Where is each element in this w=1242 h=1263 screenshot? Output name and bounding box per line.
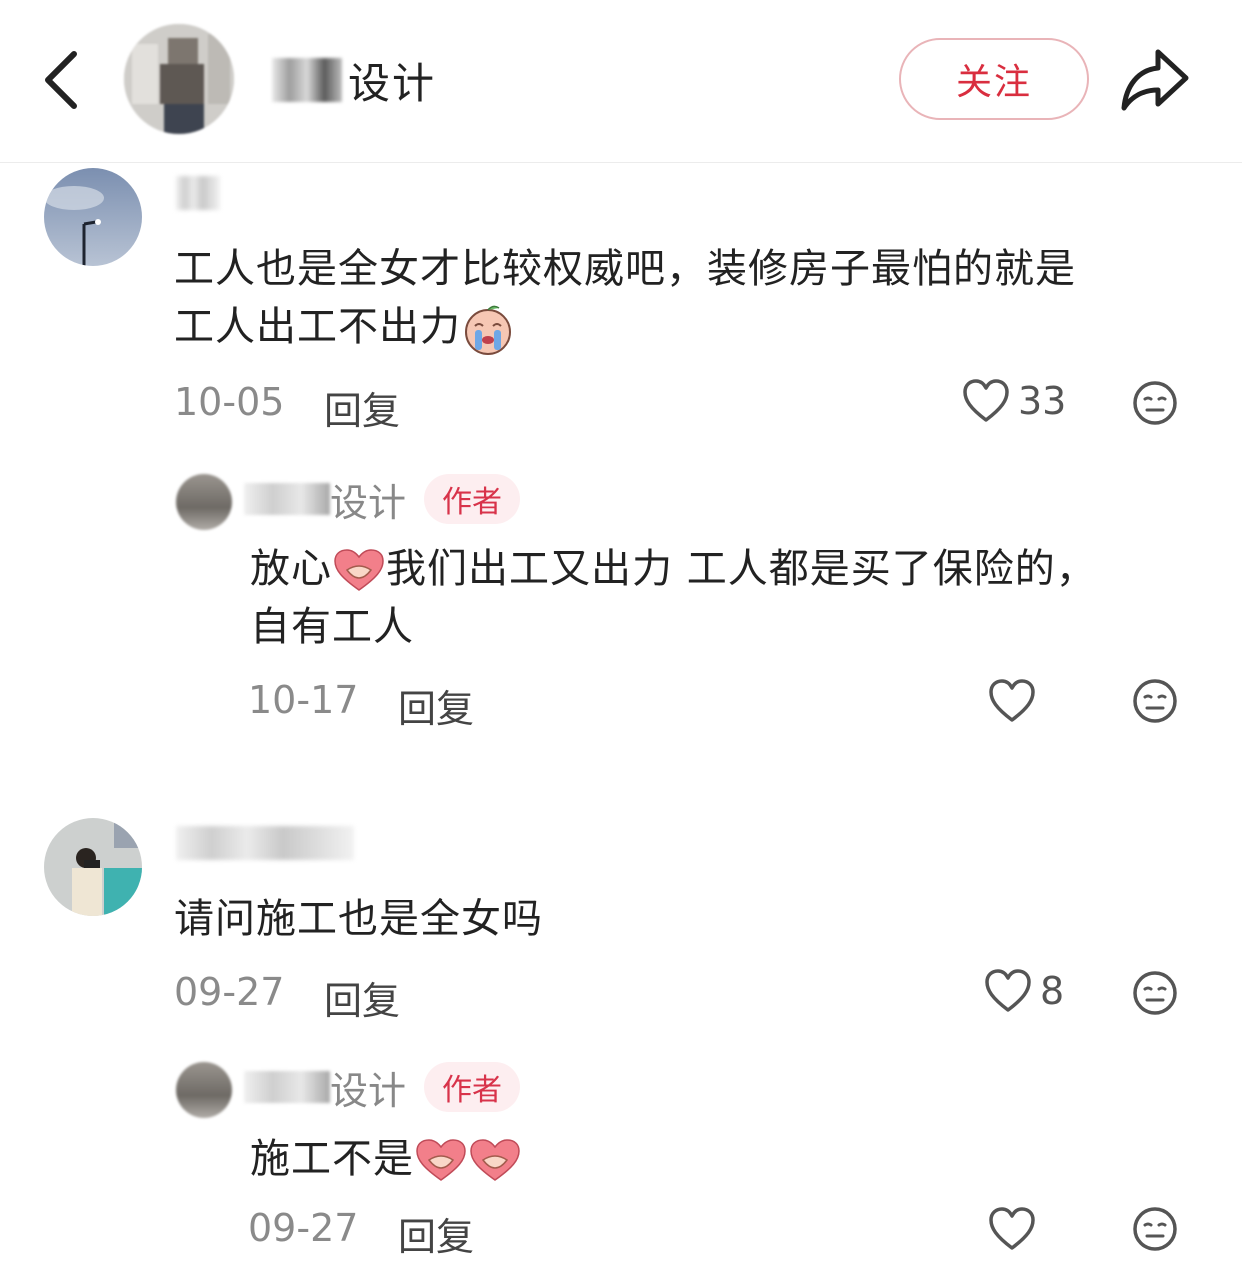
reply-line-text: 施工不是 <box>250 1136 414 1182</box>
comment-line-text: 工人出工不出力 <box>174 304 461 350</box>
heart-outline-icon <box>985 969 1031 1012</box>
blurred-name-part <box>244 483 330 515</box>
reply-line: 放心 我们出工又出力 工人都是买了保险的， <box>250 540 1097 598</box>
handshake-heart-emoji-icon <box>416 1139 466 1181</box>
author-avatar[interactable] <box>176 1062 232 1118</box>
commenter-avatar[interactable] <box>44 168 142 266</box>
reply-author-name: 设计 <box>330 480 407 525</box>
avatar-image <box>124 24 234 134</box>
follow-button[interactable]: 关注 <box>899 38 1089 120</box>
reply-line: 自有工人 <box>250 604 414 650</box>
back-button[interactable] <box>30 42 94 118</box>
author-avatar[interactable] <box>176 474 232 530</box>
reply-line-text: 我们出工又出力 工人都是买了保险的， <box>386 546 1097 592</box>
account-avatar[interactable] <box>124 24 234 134</box>
avatar-image <box>44 168 142 266</box>
comment-line: 工人也是全女才比较权威吧，装修房子最怕的就是 <box>174 246 1076 292</box>
author-badge: 作者 <box>424 1062 521 1112</box>
heart-outline-icon <box>989 1207 1035 1250</box>
reply-date: 10-17 <box>248 678 359 722</box>
comment-date: 09-27 <box>174 970 285 1014</box>
reply-line-text: 放心 <box>250 546 332 592</box>
commenter-username[interactable] <box>176 826 354 860</box>
reply-author[interactable]: 设计 作者 <box>244 474 521 525</box>
top-bar: 设计 关注 <box>0 0 1242 163</box>
comment-date: 10-05 <box>174 380 285 424</box>
reply-button[interactable]: 回复 <box>398 678 474 733</box>
blurred-name-part <box>272 58 342 102</box>
comment-line: 工人出工不出力 <box>174 298 1076 356</box>
neutral-face-icon <box>1133 971 1177 1015</box>
comment-text: 工人也是全女才比较权威吧，装修房子最怕的就是 工人出工不出力 <box>174 240 1076 356</box>
neutral-face-icon <box>1133 381 1177 425</box>
crying-face-emoji-icon <box>465 305 511 355</box>
like-button[interactable] <box>988 678 1036 724</box>
heart-outline-icon <box>963 379 1009 422</box>
more-options-button[interactable] <box>1132 678 1178 728</box>
reply-button[interactable]: 回复 <box>324 380 400 435</box>
like-button[interactable] <box>988 1206 1036 1252</box>
share-button[interactable] <box>1118 44 1192 114</box>
author-badge: 作者 <box>424 474 521 524</box>
neutral-face-icon <box>1133 1207 1177 1251</box>
like-button[interactable]: 8 <box>984 968 1064 1014</box>
reply-text: 施工不是 <box>250 1130 522 1188</box>
avatar-image <box>44 818 142 916</box>
neutral-face-icon <box>1133 679 1177 723</box>
like-count: 33 <box>1018 379 1067 423</box>
reply-author-name: 设计 <box>330 1068 407 1113</box>
account-name-text: 设计 <box>348 58 437 108</box>
comment-line: 请问施工也是全女吗 <box>174 896 543 942</box>
handshake-heart-emoji-icon <box>334 549 384 591</box>
like-count: 8 <box>1040 969 1065 1013</box>
heart-outline-icon <box>989 679 1035 722</box>
comment-text: 请问施工也是全女吗 <box>174 890 543 948</box>
handshake-heart-emoji-icon <box>470 1139 520 1181</box>
reply-author[interactable]: 设计 作者 <box>244 1062 521 1113</box>
chevron-left-icon <box>45 51 77 109</box>
more-options-button[interactable] <box>1132 1206 1178 1256</box>
blurred-name-part <box>244 1071 330 1103</box>
reply-button[interactable]: 回复 <box>324 970 400 1025</box>
reply-button[interactable]: 回复 <box>398 1206 474 1261</box>
commenter-username[interactable] <box>176 176 220 210</box>
reply-line: 施工不是 <box>250 1130 522 1188</box>
reply-text: 放心 我们出工又出力 工人都是买了保险的， 自有工人 <box>250 540 1097 656</box>
reply-date: 09-27 <box>248 1206 359 1250</box>
account-name[interactable]: 设计 <box>272 50 436 110</box>
like-button[interactable]: 33 <box>962 378 1066 424</box>
more-options-button[interactable] <box>1132 970 1178 1020</box>
commenter-avatar[interactable] <box>44 818 142 916</box>
share-arrow-icon <box>1121 49 1189 111</box>
more-options-button[interactable] <box>1132 380 1178 430</box>
